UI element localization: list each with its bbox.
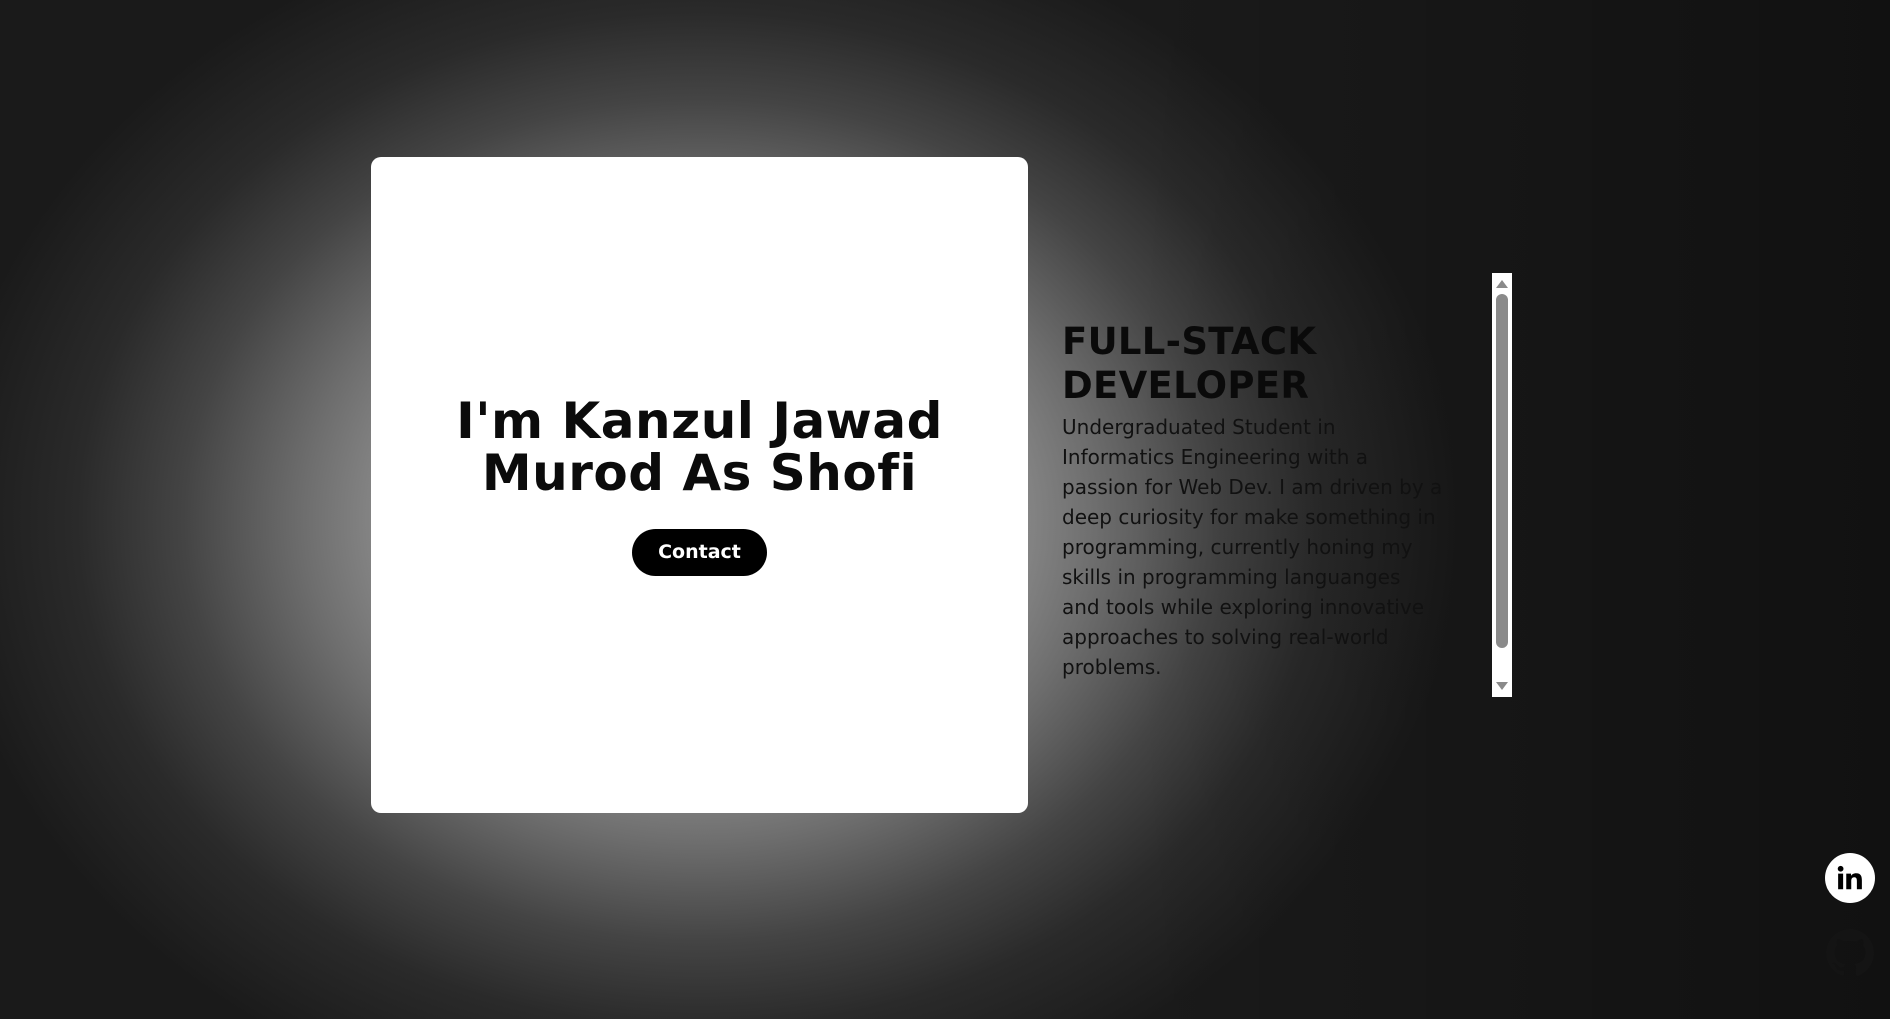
- github-icon: [1826, 929, 1874, 977]
- about-scrollbar[interactable]: [1492, 273, 1512, 697]
- scroll-thumb[interactable]: [1496, 294, 1508, 648]
- scroll-down-arrow-icon[interactable]: [1496, 682, 1508, 690]
- about-panel: FULL-STACK DEVELOPER Undergraduated Stud…: [1062, 273, 1512, 697]
- linkedin-link[interactable]: [1825, 853, 1875, 903]
- about-scroll-area[interactable]: FULL-STACK DEVELOPER Undergraduated Stud…: [1062, 273, 1444, 696]
- hero-card: I'm Kanzul Jawad Murod As Shofi Contact: [371, 157, 1028, 813]
- contact-button[interactable]: Contact: [632, 528, 767, 576]
- github-link[interactable]: [1825, 928, 1875, 978]
- bio-text: Undergraduated Student in Informatics En…: [1062, 415, 1443, 679]
- linkedin-icon: [1837, 865, 1862, 890]
- hero-title: I'm Kanzul Jawad Murod As Shofi: [456, 391, 943, 502]
- scroll-up-arrow-icon[interactable]: [1496, 280, 1508, 288]
- role-heading: FULL-STACK DEVELOPER: [1062, 320, 1317, 407]
